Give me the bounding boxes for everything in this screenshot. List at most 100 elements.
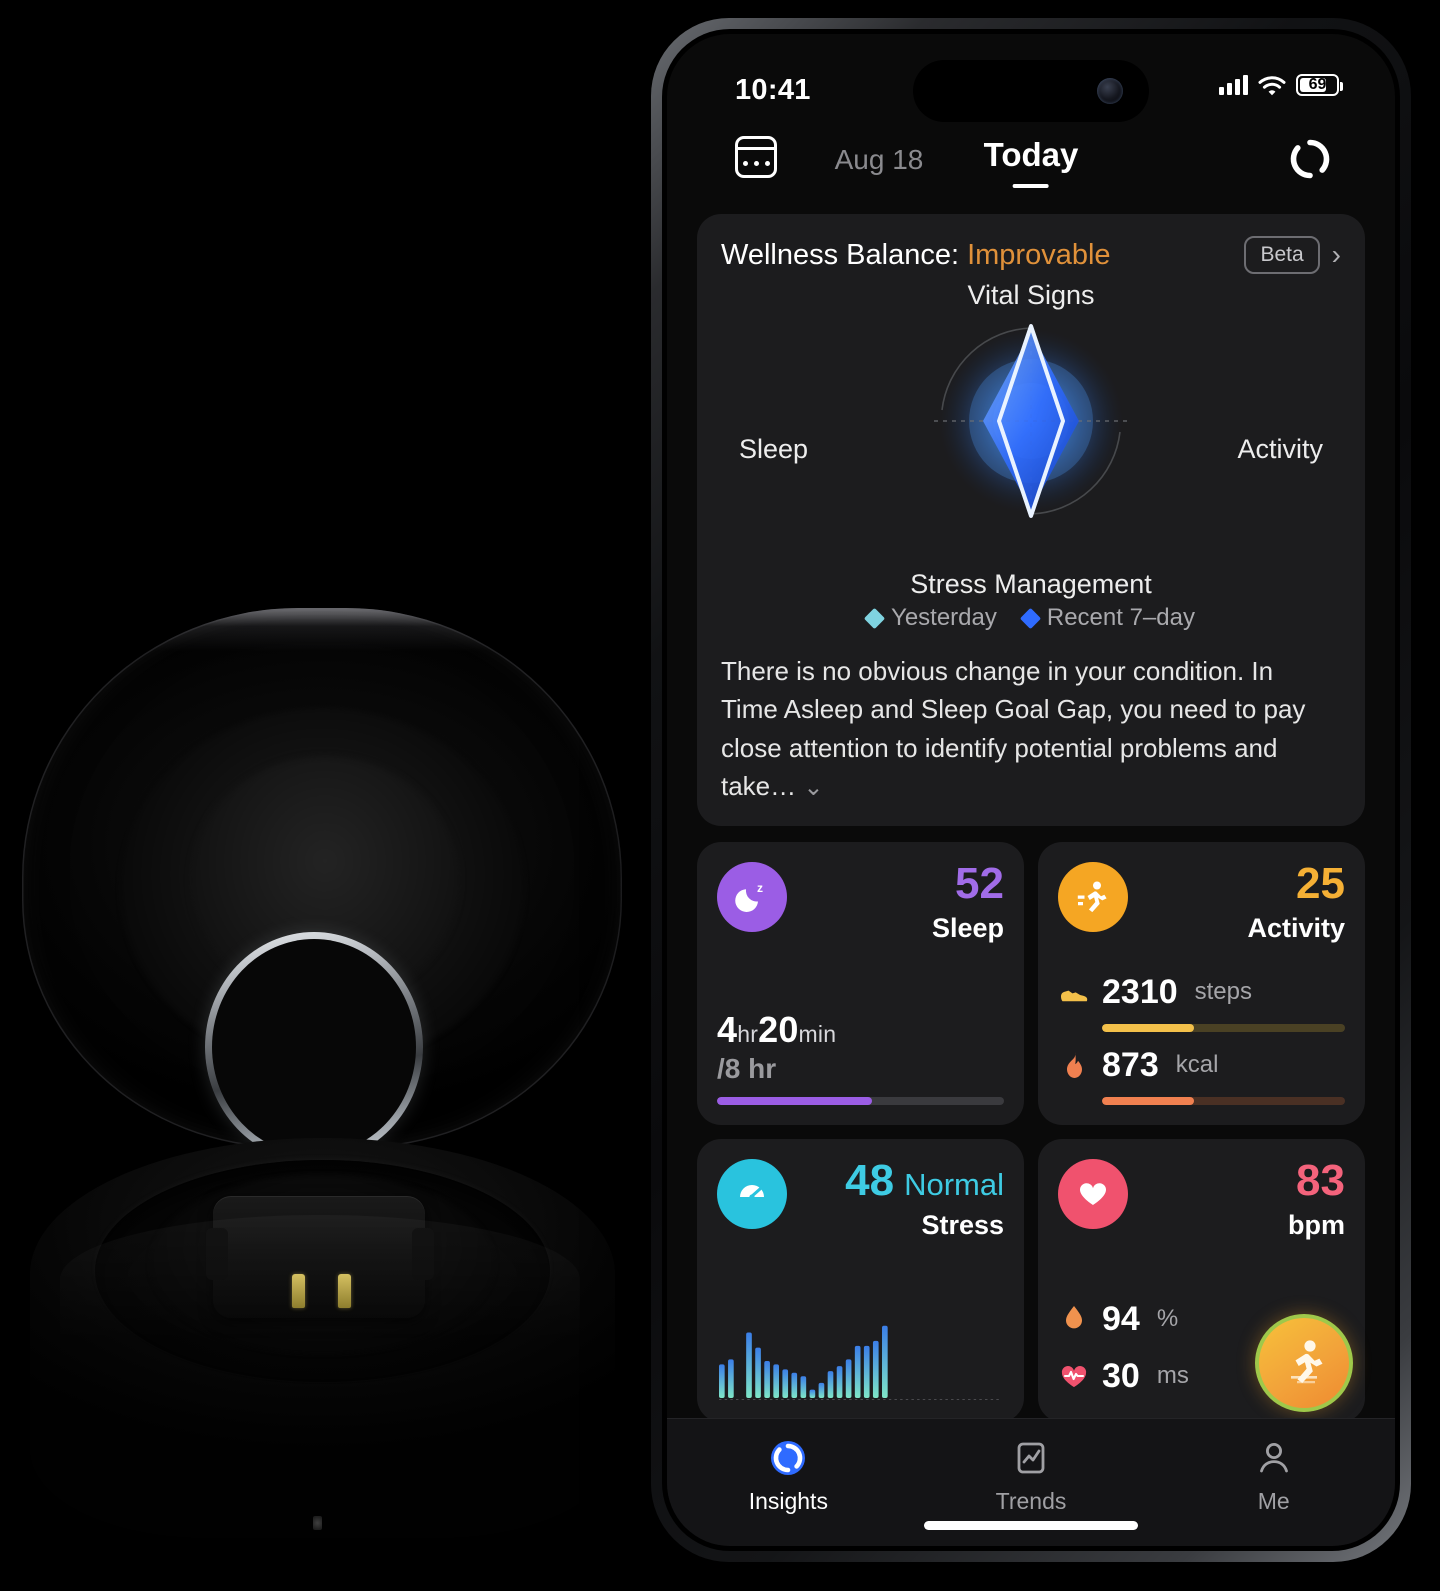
nav-today-label: Today — [983, 136, 1079, 173]
app-content: Wellness Balance: Improvable Beta › Vita… — [667, 214, 1395, 1422]
stress-score-block: 48 Normal Stress — [845, 1155, 1004, 1241]
radar-legend: Yesterday Recent 7–day — [721, 604, 1341, 632]
case-status-led — [313, 1516, 322, 1530]
legend-diamond-recent — [1019, 607, 1041, 629]
heart-card-header: 83 bpm — [1058, 1155, 1345, 1241]
home-indicator — [924, 1521, 1138, 1530]
sleep-progress-fill — [717, 1096, 872, 1105]
screenshot-root: 10:41 69 Aug 18 Today Wellness Balance: … — [0, 0, 1440, 1591]
activity-card-footer: 2310 steps 873 kcal — [1058, 973, 1345, 1105]
heart-rate-value: 83 — [1296, 1155, 1345, 1205]
workout-running-icon[interactable] — [1255, 1313, 1353, 1412]
heart-icon — [1058, 1158, 1128, 1229]
sleep-card-label: Sleep — [931, 912, 1004, 943]
sleep-minutes-value: 20 — [758, 1008, 799, 1050]
activity-kcal-unit: kcal — [1175, 1051, 1219, 1079]
stress-score-value: 48 — [845, 1155, 895, 1205]
tab-trends[interactable]: Trends — [910, 1437, 1153, 1515]
wellness-radar-chart: Vital Signs Sleep Activity Stress Manage… — [721, 280, 1341, 600]
hrv-value: 30 — [1102, 1356, 1140, 1395]
blood-drop-icon — [1058, 1303, 1090, 1335]
charging-pin-right — [338, 1274, 351, 1308]
activity-score-block: 25 Activity — [1247, 858, 1345, 944]
front-camera-icon — [1097, 78, 1123, 104]
sleep-card-footer: 4hr20min /8 hr — [717, 1009, 1004, 1105]
smart-ring — [205, 932, 423, 1162]
chevron-right-icon[interactable]: › — [1332, 241, 1341, 269]
activity-kcal-progress-bar — [1102, 1096, 1345, 1105]
wellness-title-prefix: Wellness Balance: — [721, 238, 968, 271]
activity-kcal-progress-fill — [1102, 1096, 1195, 1105]
spo2-unit: % — [1156, 1305, 1179, 1333]
activity-card-header: 25 Activity — [1058, 858, 1345, 944]
stress-card-label: Stress — [921, 1209, 1004, 1240]
heart-score-block: 83 bpm — [1288, 1155, 1345, 1241]
legend-item-recent-7-day: Recent 7–day — [1019, 604, 1195, 632]
tab-insights[interactable]: Insights — [667, 1437, 910, 1515]
activity-kcal-row: 873 kcal — [1058, 1046, 1345, 1085]
chevron-down-icon[interactable]: ⌄ — [803, 774, 823, 801]
charging-pin-left — [292, 1274, 305, 1308]
activity-steps-progress-bar — [1102, 1023, 1345, 1032]
radar-axis-label-stress-management: Stress Management — [910, 569, 1152, 599]
sleep-score-value: 52 — [955, 858, 1004, 908]
tab-me[interactable]: Me — [1152, 1437, 1395, 1515]
ring-dock-cradle — [213, 1196, 425, 1318]
phone-bezel: 10:41 69 Aug 18 Today Wellness Balance: … — [662, 29, 1400, 1551]
metric-card-stress[interactable]: 48 Normal Stress — [697, 1138, 1024, 1422]
nav-today-tab[interactable]: Today — [983, 136, 1079, 188]
phone-screen: 10:41 69 Aug 18 Today Wellness Balance: … — [667, 34, 1395, 1546]
sleep-progress-bar — [717, 1096, 1004, 1105]
calendar-dots — [738, 161, 774, 166]
dock-notch-left — [206, 1228, 228, 1280]
metric-card-activity[interactable]: 25 Activity 2310 steps 873 kcal — [1038, 841, 1365, 1125]
status-bar-time: 10:41 — [735, 74, 811, 106]
metric-card-sleep[interactable]: z 52 Sleep 4hr20min /8 hr — [697, 841, 1024, 1125]
activity-kcal-value: 873 — [1102, 1045, 1159, 1084]
sync-ring-icon[interactable] — [1287, 136, 1333, 182]
insights-ring-icon — [767, 1437, 809, 1479]
wellness-summary-text[interactable]: There is no obvious change in your condi… — [721, 652, 1341, 806]
person-icon — [1253, 1437, 1295, 1479]
nav-date-label[interactable]: Aug 18 — [835, 144, 924, 176]
radar-axis-label-sleep: Sleep — [739, 434, 809, 464]
legend-diamond-yesterday — [863, 607, 886, 629]
radar-chart-svg — [934, 324, 1128, 518]
activity-score-value: 25 — [1296, 858, 1345, 908]
status-bar-indicators: 69 — [1219, 74, 1343, 96]
hrv-unit: ms — [1156, 1362, 1189, 1390]
legend-item-yesterday: Yesterday — [863, 604, 997, 632]
sleep-card-header: z 52 Sleep — [717, 858, 1004, 944]
sleep-duration: 4hr20min — [717, 1009, 1004, 1051]
cellular-bars-icon — [1219, 75, 1248, 95]
metrics-grid: z 52 Sleep 4hr20min /8 hr 25 Activity 23… — [697, 841, 1365, 1422]
calendar-icon[interactable] — [735, 136, 777, 178]
wellness-status-value: Improvable — [967, 238, 1111, 271]
activity-card-label: Activity — [1247, 912, 1345, 943]
shoe-icon — [1058, 976, 1090, 1008]
dock-notch-right — [412, 1228, 434, 1280]
metric-card-heart-rate[interactable]: 83 bpm 94 % 30 ms — [1038, 1138, 1365, 1422]
battery-icon: 69 — [1296, 74, 1343, 96]
stress-sparkline-chart — [719, 1314, 1002, 1400]
stress-gauge-icon — [717, 1158, 787, 1229]
svg-text:z: z — [757, 881, 763, 895]
tab-insights-label: Insights — [748, 1488, 828, 1514]
battery-level-label: 69 — [1308, 76, 1327, 93]
dynamic-island — [913, 60, 1149, 122]
sleep-goal-label: /8 hr — [717, 1052, 777, 1084]
sleep-score-block: 52 Sleep — [931, 858, 1004, 944]
status-bar: 10:41 69 — [667, 34, 1395, 130]
spo2-value: 94 — [1102, 1299, 1140, 1338]
stress-card-header: 48 Normal Stress — [717, 1155, 1004, 1241]
flame-icon — [1058, 1049, 1090, 1081]
tab-me-label: Me — [1257, 1488, 1290, 1514]
activity-steps-row: 2310 steps — [1058, 973, 1345, 1012]
wellness-title: Wellness Balance: Improvable — [721, 239, 1111, 272]
wellness-balance-card[interactable]: Wellness Balance: Improvable Beta › Vita… — [697, 214, 1365, 826]
sleep-minutes-unit: min — [798, 1020, 837, 1047]
activity-steps-unit: steps — [1194, 978, 1253, 1006]
wellness-card-header: Wellness Balance: Improvable Beta › — [721, 236, 1341, 274]
app-nav-bar: Aug 18 Today — [667, 130, 1395, 214]
moon-sleep-icon: z — [717, 861, 787, 932]
